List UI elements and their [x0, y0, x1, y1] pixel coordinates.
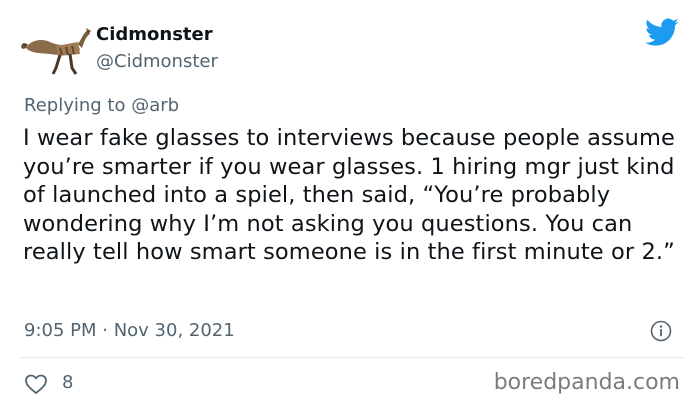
- author-display-name[interactable]: Cidmonster: [96, 23, 213, 47]
- tweet-text: I wear fake glasses to interviews becaus…: [23, 125, 675, 266]
- divider: [20, 357, 684, 358]
- twitter-bird-icon[interactable]: [645, 18, 679, 48]
- tweet-timestamp[interactable]: 9:05 PM · Nov 30, 2021: [24, 319, 235, 343]
- heart-icon[interactable]: [24, 373, 48, 395]
- reply-mention-link[interactable]: @arb: [131, 95, 179, 116]
- author-handle[interactable]: @Cidmonster: [96, 50, 218, 74]
- watermark: boredpanda.com: [493, 370, 680, 395]
- avatar[interactable]: [20, 24, 92, 82]
- replying-to: Replying to @arb: [24, 93, 179, 119]
- replying-to-prefix: Replying to: [24, 95, 126, 116]
- like-count: 8: [62, 372, 74, 393]
- info-icon[interactable]: [650, 320, 672, 342]
